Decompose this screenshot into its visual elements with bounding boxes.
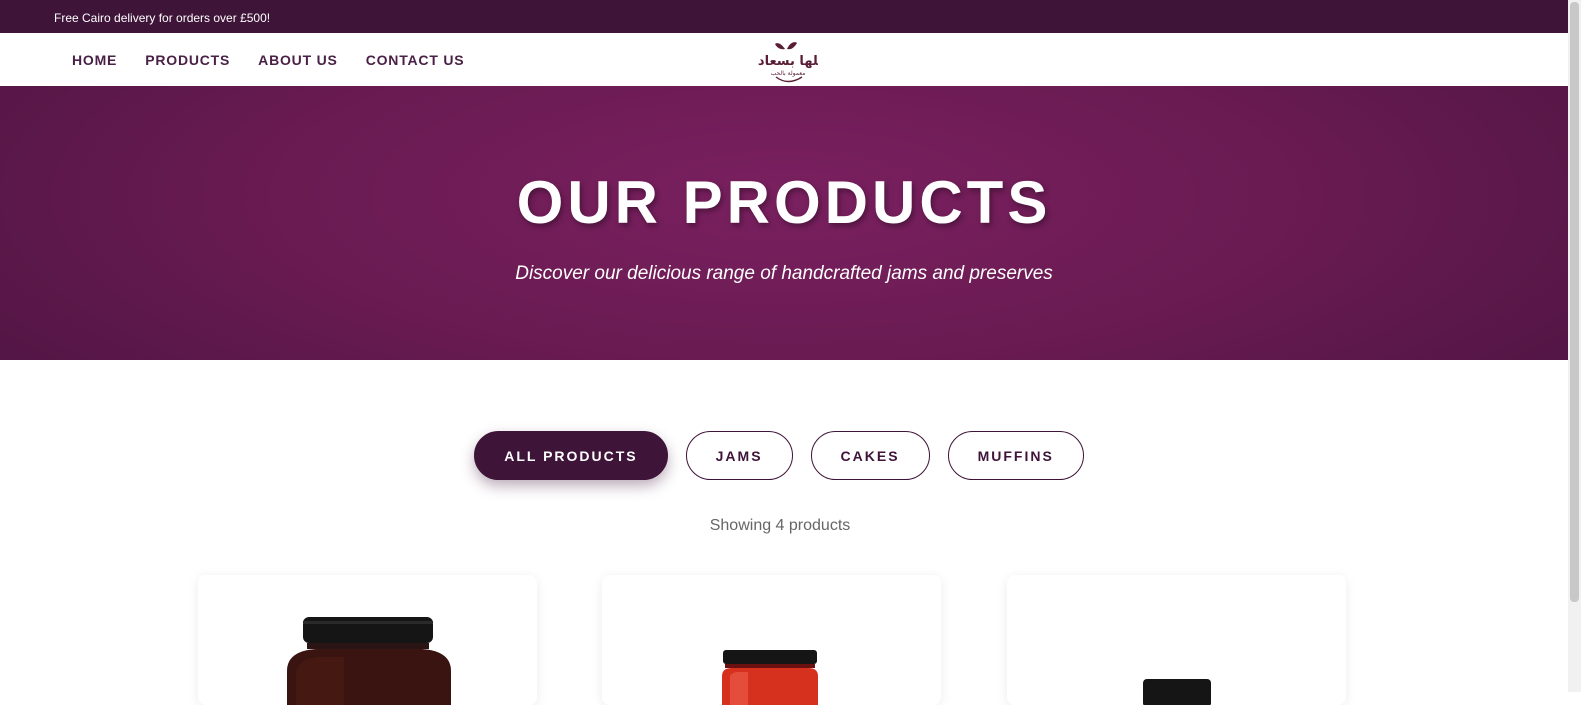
filter-cakes-button[interactable]: CAKES <box>810 431 930 480</box>
announcement-text: Free Cairo delivery for orders over £500… <box>54 11 271 25</box>
filter-jams-button[interactable]: JAMS <box>685 431 793 480</box>
nav-link-about-us[interactable]: ABOUT US <box>258 52 338 68</box>
page-scrollbar[interactable] <box>1568 0 1581 692</box>
logo-smile-icon <box>775 76 803 83</box>
product-count: Showing 4 products <box>709 517 851 534</box>
product-card[interactable] <box>198 575 537 705</box>
scrollbar-thumb[interactable] <box>1570 2 1579 602</box>
product-card[interactable] <box>602 575 941 705</box>
jar-lid-icon <box>1143 679 1211 705</box>
logo-tagline: معمولة بالحب <box>771 70 806 77</box>
logo-leaf-icon <box>775 43 785 50</box>
nav-links: HOME PRODUCTS ABOUT US CONTACT US <box>72 33 464 86</box>
logo-wordmark: كلها بسعادة <box>758 54 818 69</box>
brand-logo[interactable]: كلها بسعادة معمولة بالحب <box>758 40 818 86</box>
filter-all-products-button[interactable]: ALL PRODUCTS <box>474 431 668 480</box>
hero-banner: OUR PRODUCTS Discover our delicious rang… <box>0 86 1568 360</box>
red-jam-jar-icon <box>722 650 818 705</box>
nav-link-products[interactable]: PRODUCTS <box>145 52 230 68</box>
product-card[interactable] <box>1007 575 1346 705</box>
logo-leaf-icon-2 <box>787 42 797 50</box>
hero-subtitle: Discover our delicious range of handcraf… <box>515 263 1053 284</box>
nav-link-contact-us[interactable]: CONTACT US <box>366 52 465 68</box>
nav-link-home[interactable]: HOME <box>72 52 117 68</box>
category-filters: ALL PRODUCTS JAMS CAKES MUFFINS <box>0 431 1568 480</box>
page-title: OUR PRODUCTS <box>516 169 1052 236</box>
announcement-bar: Free Cairo delivery for orders over £500… <box>0 0 1568 33</box>
filter-muffins-button[interactable]: MUFFINS <box>947 431 1084 480</box>
